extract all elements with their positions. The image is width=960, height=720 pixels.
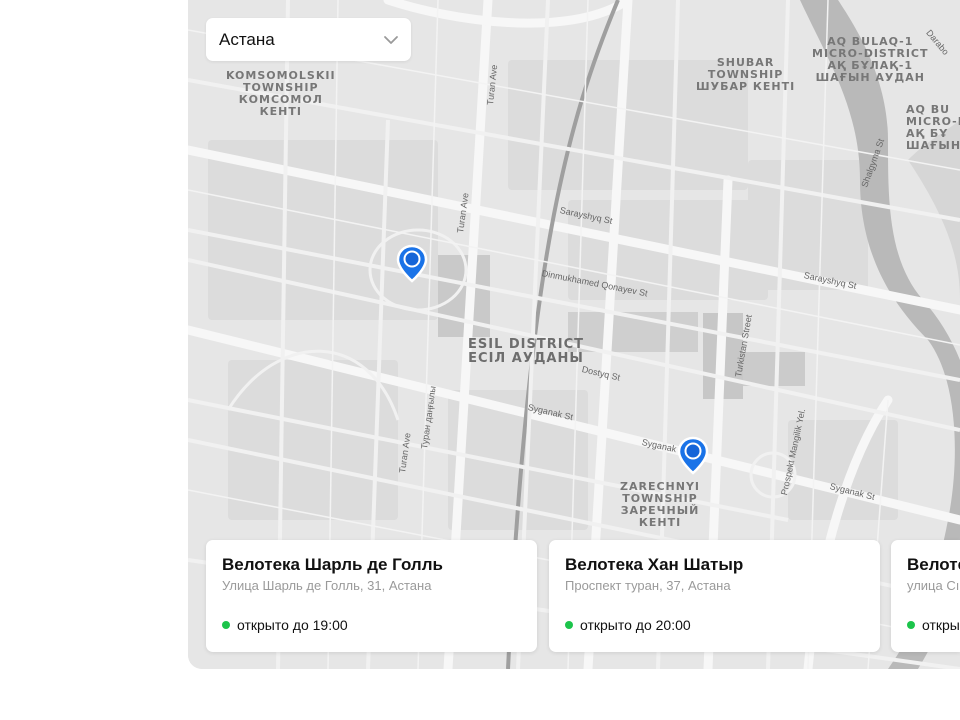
location-card-address: Проспект туран, 37, Астана [565, 578, 731, 593]
map-label-komsomolskii: KOMSOMOLSKII TOWNSHIP КОМСОМОЛ КЕНТІ [226, 69, 336, 118]
status-dot-icon [222, 621, 230, 629]
map-label-esil: ESIL DISTRICT ЕСІЛ АУДАНЫ [468, 337, 585, 366]
map-label-aq-bulaq: AQ BULAQ-1 MICRO-DISTRICT АҚ БҰЛАҚ-1 ШАҒ… [812, 35, 929, 84]
location-card-status: открыто до 19:00 [237, 617, 348, 633]
map-label-aq-bulaq-2: AQ BU MICRO-D АҚ БҰ ШАҒЫН [906, 103, 960, 152]
location-card-status: открыто до 20:00 [580, 617, 691, 633]
location-card-address: Улица Шарль де Голль, 31, Астана [222, 578, 432, 593]
location-card-title: Велотека Шарль де Голль [222, 555, 443, 574]
map-label-zarechnyi: ZARECHNYI TOWNSHIP ЗАРЕЧНЫЙ КЕНТІ [620, 480, 701, 529]
location-card-address: улица Сı [907, 578, 960, 593]
status-dot-icon [565, 621, 573, 629]
map-pin-charles-de-gaulle[interactable] [396, 244, 428, 284]
map-label-shubar: SHUBAR TOWNSHIP ШУБАР КЕНТІ [696, 56, 796, 93]
location-card[interactable]: Велотека Хан Шатыр Проспект туран, 37, А… [549, 540, 880, 652]
chevron-down-icon [384, 36, 398, 44]
location-pin-icon [396, 244, 428, 283]
location-pin-icon [677, 436, 709, 475]
location-card[interactable]: Велоте улица Сı откры [891, 540, 960, 652]
city-select-value: Астана [219, 30, 275, 49]
status-dot-icon [907, 621, 915, 629]
location-card-status: откры [922, 617, 960, 633]
city-select[interactable]: Астана [206, 18, 411, 61]
map-pin-khan-shatyr[interactable] [677, 436, 709, 476]
location-card-title: Велоте [907, 555, 960, 574]
location-card[interactable]: Велотека Шарль де Голль Улица Шарль де Г… [206, 540, 537, 652]
location-card-title: Велотека Хан Шатыр [565, 555, 744, 574]
